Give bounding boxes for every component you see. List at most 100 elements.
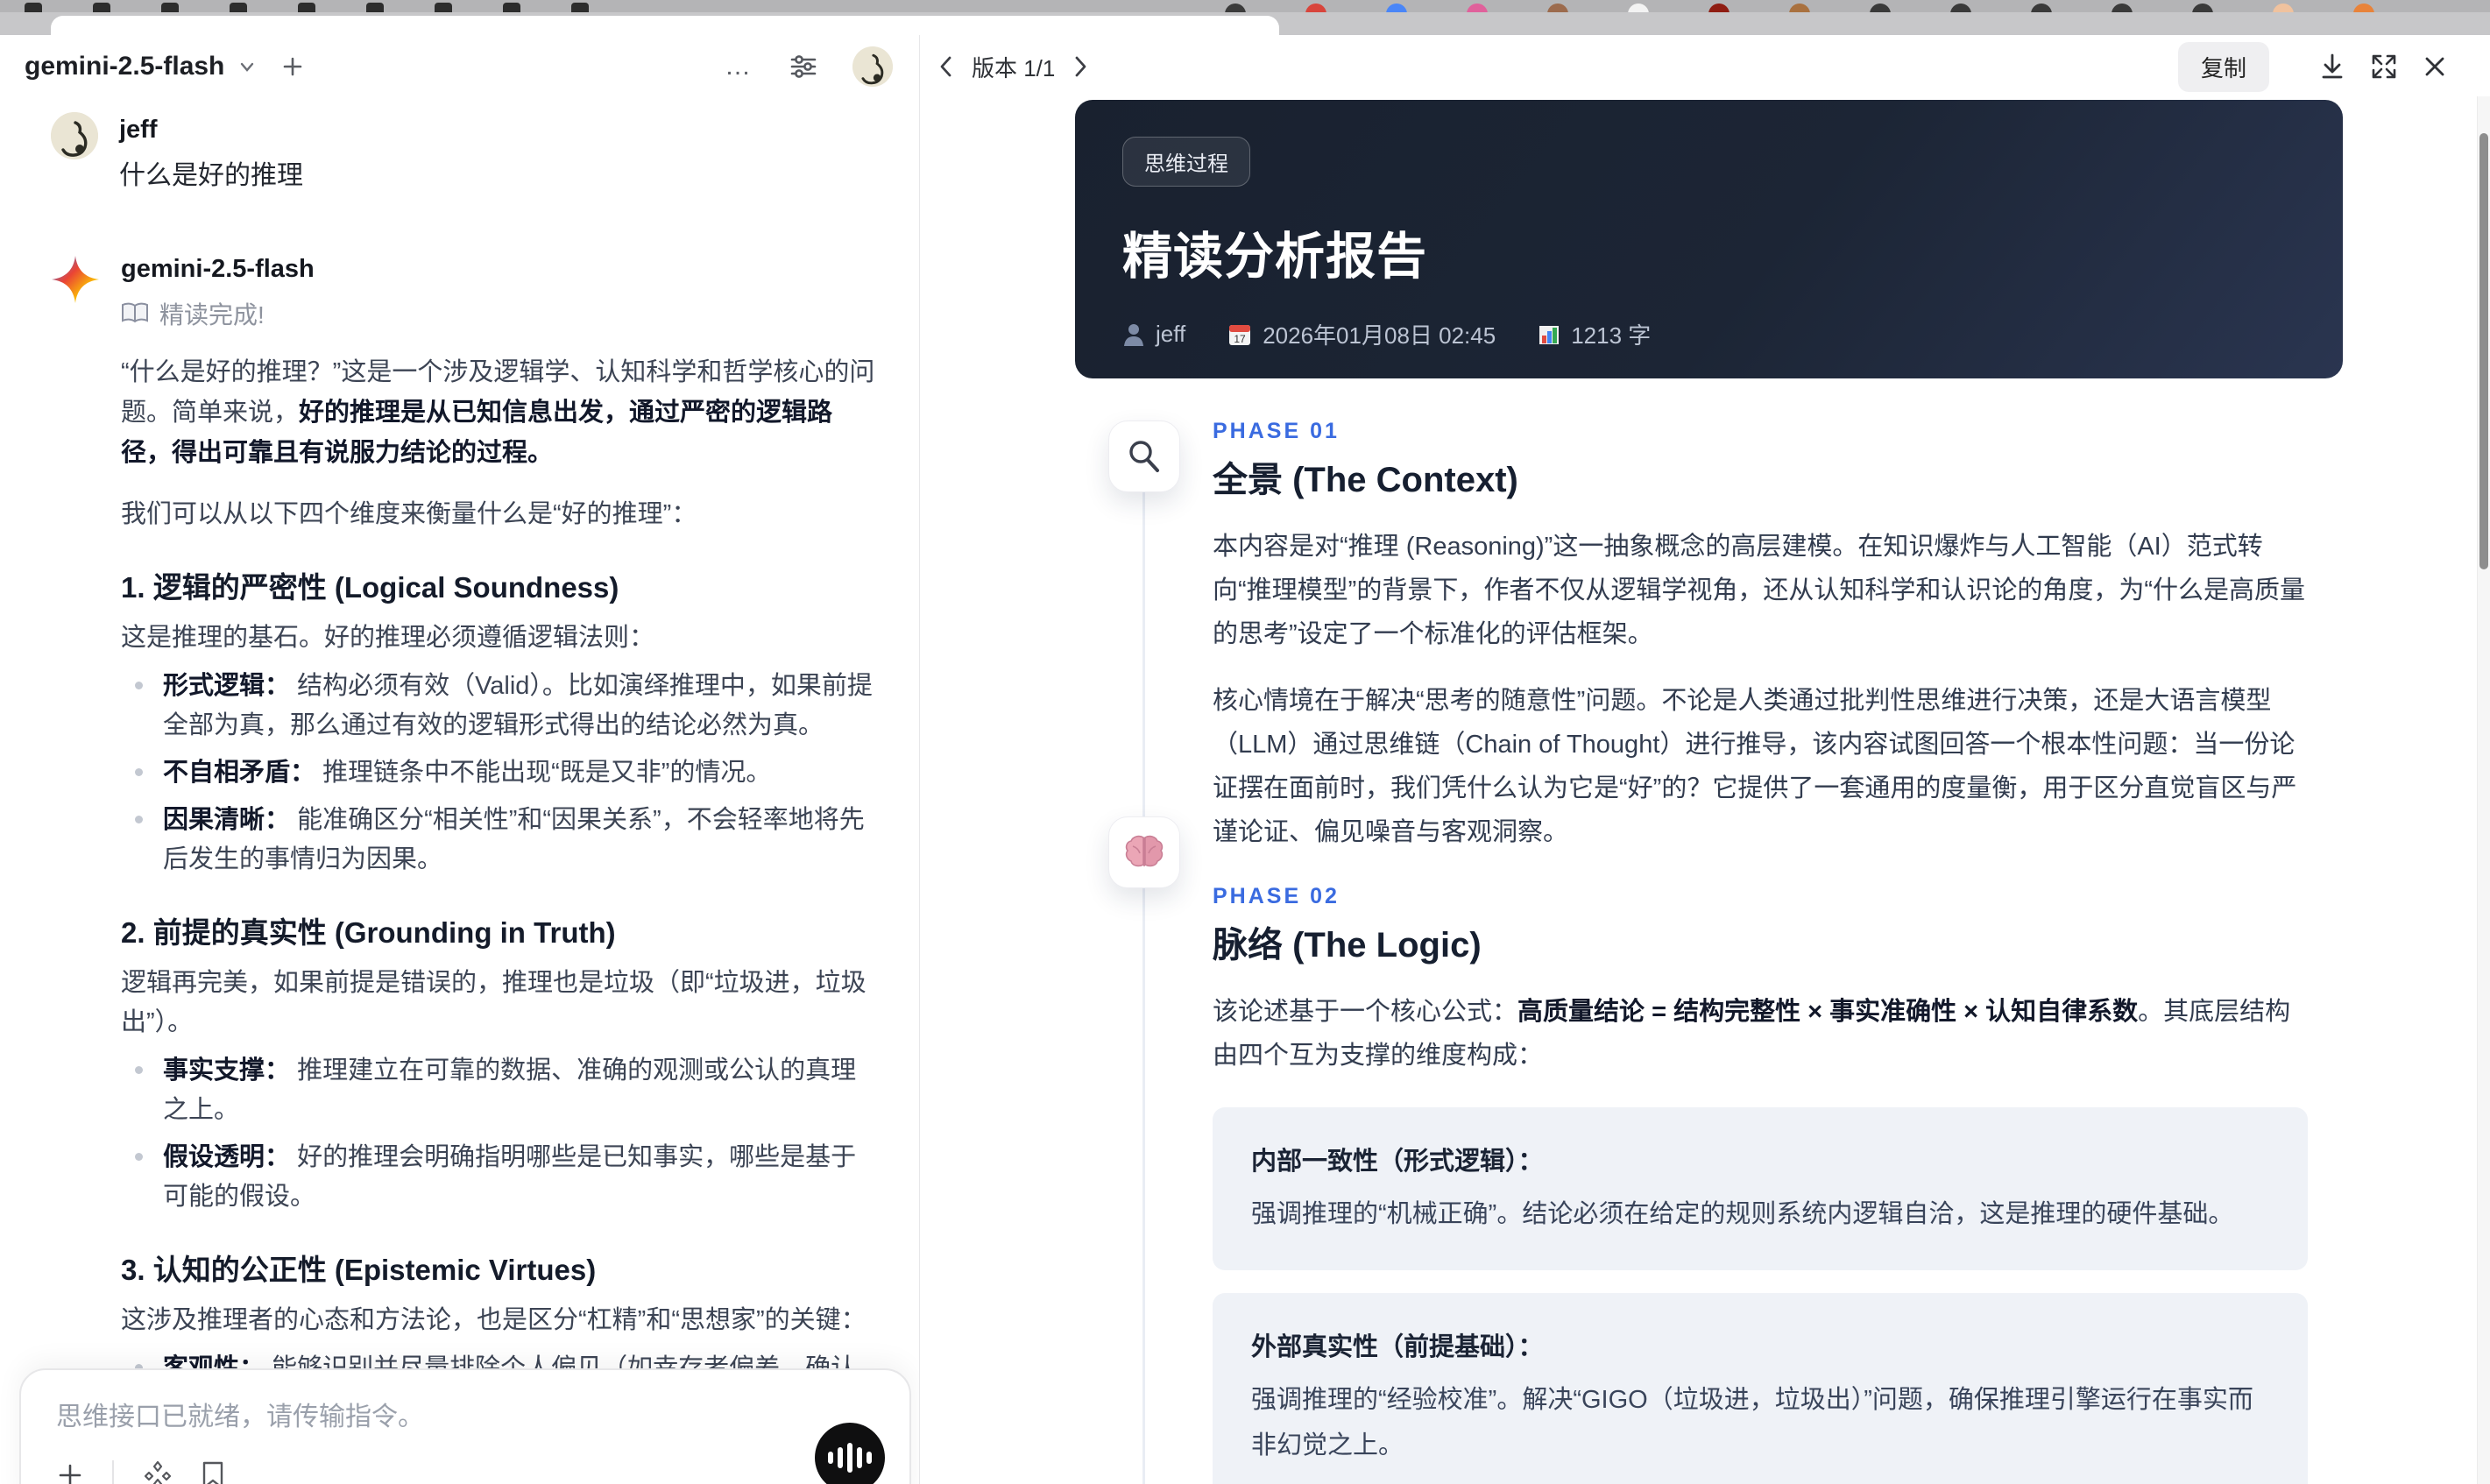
status-icon (2112, 4, 2133, 12)
close-icon[interactable] (2422, 53, 2448, 80)
section-heading: 2. 前提的真实性 (Grounding in Truth) (121, 916, 616, 949)
composer-placeholder: 思维接口已就绪，请传输指令。 (56, 1403, 424, 1431)
assistant-intro: “什么是好的推理？”这是一个涉及逻辑学、认知科学和哲学核心的问题。简单来说，好的… (121, 358, 875, 467)
chat-section: 2. 前提的真实性 (Grounding in Truth) 逻辑再完美，如果前… (121, 909, 875, 1217)
menu-glyph (435, 3, 452, 12)
status-icon (1547, 4, 1568, 12)
status-icon (1225, 4, 1246, 12)
new-chat-button[interactable] (280, 54, 305, 79)
menu-glyph (571, 3, 589, 12)
section-heading: 3. 认知的公正性 (Epistemic Virtues) (121, 1254, 597, 1286)
status-icon (2192, 4, 2213, 12)
menu-glyph (230, 3, 247, 12)
section-intro: 这涉及推理者的心态和方法论，也是区分“杠精”和“思想家”的关键： (121, 1306, 867, 1334)
chat-panel: gemini-2.5-flash … jeff 什么是好的推理 gemini-2… (0, 35, 920, 1484)
assistant-message: gemini-2.5-flash 精读完成! “什么是好的推理？”这是一个涉及逻… (51, 251, 875, 1484)
settings-sliders-icon[interactable] (788, 51, 819, 82)
author-meta: jeff (1122, 321, 1185, 348)
menu-glyph (161, 3, 179, 12)
menu-bar (0, 0, 2490, 12)
logic-card: 外部真实性（前提基础）： 强调推理的“经验校准”。解决“GIGO（垃圾进，垃圾出… (1213, 1293, 2308, 1484)
chevron-down-icon[interactable] (237, 56, 258, 77)
bookmark-icon[interactable] (202, 1461, 224, 1484)
status-icon (1708, 4, 1730, 12)
section-intro: 逻辑再完美，如果前提是错误的，推理也是垃圾（即“垃圾进，垃圾出”）。 (121, 969, 867, 1036)
status-icon (1628, 4, 1649, 12)
phase-paragraph: 本内容是对“推理 (Reasoning)”这一抽象概念的高层建模。在知识爆炸与人… (1213, 533, 2305, 648)
bar-chart-icon (1539, 325, 1560, 344)
status-icon (1950, 4, 1971, 12)
report-badge: 思维过程 (1122, 137, 1250, 187)
book-icon (122, 302, 148, 323)
status-icon (1789, 4, 1810, 12)
chat-section: 1. 逻辑的严密性 (Logical Soundness) 这是推理的基石。好的… (121, 564, 875, 880)
logic-card-title: 外部真实性（前提基础）： (1251, 1333, 1544, 1361)
phase-1-section: PHASE 01 全景 (The Context) 本内容是对“推理 (Reas… (1213, 419, 2308, 854)
bullet-item: 事实支撑： 推理建立在可靠的数据、准确的观测或公认的真理之上。 (121, 1051, 875, 1130)
user-avatar (51, 112, 98, 159)
app-window: gemini-2.5-flash … jeff 什么是好的推理 gemini-2… (0, 35, 2490, 1484)
attach-plus-icon[interactable] (56, 1461, 84, 1484)
status-icon (1870, 4, 1891, 12)
expand-icon[interactable] (2369, 52, 2399, 81)
more-options-icon[interactable]: … (725, 52, 753, 81)
bullet-item: 因果清晰： 能准确区分“相关性”和“因果关系”，不会轻率地将先后发生的事情归为因… (121, 801, 875, 880)
phase-label: PHASE 01 (1213, 419, 1340, 443)
report-hero-card: 思维过程 精读分析报告 jeff 17 2026年01月08日 02:45 12… (1075, 100, 2343, 378)
logic-card-body: 强调推理的“经验校准”。解决“GIGO（垃圾进，垃圾出）”问题，确保推理引擎运行… (1251, 1386, 2253, 1459)
brain-icon (1108, 816, 1180, 888)
bullet-item: 假设透明： 好的推理会明确指明哪些是已知事实，哪些是基于可能的假设。 (121, 1138, 875, 1217)
chevron-left-icon[interactable] (935, 53, 958, 80)
scrollbar-thumb[interactable] (2479, 133, 2488, 569)
phase-paragraph: 核心情境在于解决“思考的随意性”问题。不论是人类通过批判性思维进行决策，还是大语… (1213, 687, 2297, 846)
gemini-star-icon (51, 251, 100, 303)
chevron-right-icon[interactable] (1069, 53, 1092, 80)
chat-scroll-area[interactable]: jeff 什么是好的推理 gemini-2.5-flash 精读完成! “什么是… (0, 98, 919, 1484)
phase-label: PHASE 02 (1213, 884, 1340, 908)
user-name: jeff (119, 116, 158, 144)
composer-divider (112, 1460, 114, 1484)
menu-glyph (298, 3, 315, 12)
report-meta: jeff 17 2026年01月08日 02:45 1213 字 (1122, 318, 2295, 350)
phase-title: 全景 (The Context) (1213, 461, 1518, 499)
browser-tab-strip (0, 12, 2490, 35)
assistant-status: 精读完成! (121, 296, 875, 331)
phase-2-section: PHASE 02 脉络 (The Logic) 该论述基于一个核心公式：高质量结… (1213, 884, 2308, 1484)
menu-glyph (93, 3, 110, 12)
report-title: 精读分析报告 (1122, 229, 1427, 285)
user-message-text: 什么是好的推理 (119, 161, 303, 190)
svg-text:17: 17 (1234, 333, 1247, 345)
message-composer[interactable]: 思维接口已就绪，请传输指令。 (19, 1368, 911, 1484)
bullet-list: 形式逻辑： 结构必须有效（Valid）。比如演绎推理中，如果前提全部为真，那么通… (121, 667, 875, 880)
status-icon (1467, 4, 1488, 12)
scrollbar[interactable] (2477, 96, 2490, 1484)
section-intro: 这是推理的基石。好的推理必须遵循逻辑法则： (121, 624, 655, 652)
status-icon (2273, 4, 2294, 12)
bullet-item: 形式逻辑： 结构必须有效（Valid）。比如演绎推理中，如果前提全部为真，那么通… (121, 667, 875, 746)
assistant-lead: 我们可以从以下四个维度来衡量什么是“好的推理”： (121, 500, 697, 528)
user-message: jeff 什么是好的推理 (51, 112, 875, 192)
assistant-name: gemini-2.5-flash (121, 255, 315, 283)
phase-lead: 该论述基于一个核心公式：高质量结论 = 结构完整性 × 事实准确性 × 认知自律… (1213, 998, 2291, 1070)
voice-input-button[interactable] (815, 1423, 885, 1484)
menu-glyph (366, 3, 384, 12)
menu-glyph (503, 3, 520, 12)
status-icon (1305, 4, 1326, 12)
user-avatar[interactable] (852, 46, 893, 87)
section-heading: 1. 逻辑的严密性 (Logical Soundness) (121, 571, 619, 604)
active-browser-tab[interactable] (51, 16, 1279, 35)
status-icon (2353, 4, 2374, 12)
phase-title: 脉络 (The Logic) (1213, 926, 1482, 965)
download-icon[interactable] (2318, 52, 2346, 81)
copy-button[interactable]: 复制 (2177, 41, 2269, 92)
sparkle-tools-icon[interactable] (142, 1459, 173, 1484)
menu-glyph (25, 3, 42, 12)
bullet-list: 事实支撑： 推理建立在可靠的数据、准确的观测或公认的真理之上。 假设透明： 好的… (121, 1051, 875, 1217)
status-icon (2031, 4, 2052, 12)
model-selector[interactable]: gemini-2.5-flash (25, 52, 224, 81)
status-icon (1386, 4, 1407, 12)
magnifier-icon (1108, 420, 1180, 492)
logic-card-body: 强调推理的“机械正确”。结论必须在给定的规则系统内逻辑自洽，这是推理的硬件基础。 (1251, 1200, 2234, 1228)
bullet-item: 不自相矛盾： 推理链条中不能出现“既是又非”的情况。 (121, 753, 875, 793)
word-count-meta: 1213 字 (1538, 318, 1651, 350)
